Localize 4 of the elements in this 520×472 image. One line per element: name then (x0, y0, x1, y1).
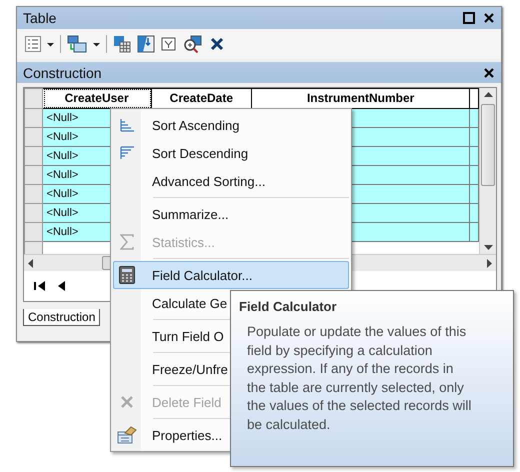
table-title: Construction (23, 64, 102, 80)
tooltip-text: Populate or update the values of this field by specifying a calculation expression. If any of the records in the table are currently selected, only the values of the selected records will be calculated. (247, 323, 472, 434)
window-title: Table (23, 10, 56, 26)
tooltip-title: Field Calculator (239, 299, 338, 314)
